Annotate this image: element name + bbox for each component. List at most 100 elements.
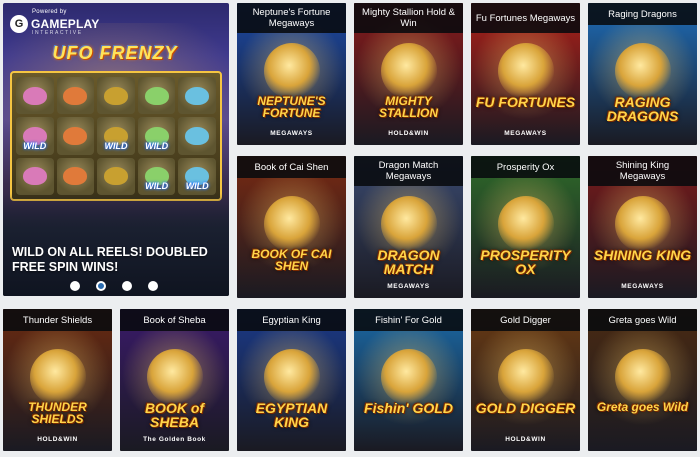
- game-tile-dragon-match-megaways[interactable]: DRAGON MATCH MEGAWAYS Dragon Match Megaway…: [354, 156, 463, 298]
- game-logo: GOLD DIGGER: [475, 400, 576, 416]
- alien-symbol-icon: [63, 86, 88, 105]
- alien-symbol-icon: [22, 167, 47, 186]
- game-tile-fishin-for-gold[interactable]: Fishin' GOLD Fishin' For Gold: [354, 309, 463, 451]
- reel-symbol: WILD: [16, 117, 54, 155]
- reel-symbol: [178, 117, 216, 155]
- reel-symbol: [16, 77, 54, 115]
- game-title: Fu Fortunes Megaways: [471, 3, 580, 33]
- game-tile-thunder-shields[interactable]: THUNDER SHIELDS HOLD&WIN Thunder Shields: [3, 309, 112, 451]
- alien-symbol-icon: [185, 86, 210, 105]
- game-tile-raging-dragons[interactable]: RAGING DRAGONS Raging Dragons: [588, 3, 697, 145]
- powered-by-label: Powered by: [32, 9, 67, 15]
- alien-symbol-icon: [103, 86, 128, 105]
- gameplay-interactive-logo: Powered by G GAMEPLAY INTERACTIVE: [10, 9, 110, 39]
- game-logo: BOOK OF CAI SHEN: [251, 247, 332, 273]
- reel-symbol: WILD: [137, 117, 176, 155]
- game-tile-mighty-stallion-hold-win[interactable]: MIGHTY STALLION HOLD&WIN Mighty Stallion H…: [354, 3, 463, 145]
- carousel-dot-1[interactable]: [70, 281, 80, 291]
- reel-symbol: [56, 157, 95, 195]
- game-tile-gold-digger[interactable]: GOLD DIGGER HOLD&WIN Gold Digger: [471, 309, 580, 451]
- gameplay-logo-icon: G: [10, 15, 28, 33]
- reel-symbol: WILD: [97, 117, 135, 155]
- game-logo-subtitle: MEGAWAYS: [270, 130, 313, 137]
- game-title: Raging Dragons: [588, 3, 697, 25]
- wild-label: WILD: [185, 181, 209, 191]
- game-character-icon: [614, 43, 671, 99]
- game-tile-book-of-cai-shen[interactable]: BOOK OF CAI SHEN Book of Cai Shen: [237, 156, 346, 298]
- game-tile-prosperity-ox[interactable]: PROSPERITY OX Prosperity Ox: [471, 156, 580, 298]
- game-title: Mighty Stallion Hold & Win: [354, 3, 463, 33]
- game-tile-neptune-s-fortune-megaways[interactable]: NEPTUNE'S FORTUNE MEGAWAYS Neptune's Fortu…: [237, 3, 346, 145]
- game-logo-subtitle: HOLD&WIN: [37, 436, 78, 443]
- game-character-icon: [497, 196, 554, 252]
- wild-label: WILD: [104, 140, 128, 151]
- game-logo: NEPTUNE'S FORTUNE: [257, 94, 326, 120]
- reel-symbol: [97, 77, 135, 115]
- game-character-icon: [263, 349, 320, 405]
- carousel-dot-2[interactable]: [96, 281, 106, 291]
- game-tile-egyptian-king[interactable]: EGYPTIAN KING Egyptian King: [237, 309, 346, 451]
- game-character-icon: [146, 349, 203, 405]
- game-title: Book of Sheba: [120, 309, 229, 331]
- reel-symbol: [56, 77, 95, 115]
- reel-symbol: [16, 157, 54, 195]
- game-title: Gold Digger: [471, 309, 580, 331]
- alien-symbol-icon: [22, 86, 47, 105]
- game-title: Prosperity Ox: [471, 156, 580, 178]
- wild-label: WILD: [23, 140, 47, 151]
- alien-symbol-icon: [144, 86, 169, 105]
- reel-symbol: [97, 157, 135, 195]
- game-title: Egyptian King: [237, 309, 346, 331]
- featured-game-banner[interactable]: Powered by G GAMEPLAY INTERACTIVE UFO FR…: [3, 3, 229, 296]
- game-tile-shining-king-megaways[interactable]: SHINING KING MEGAWAYS Shining King Megaway…: [588, 156, 697, 298]
- game-logo-subtitle: MEGAWAYS: [387, 283, 430, 290]
- alien-symbol-icon: [63, 167, 88, 186]
- game-character-icon: [263, 196, 320, 252]
- carousel-dots: [70, 281, 158, 291]
- reel-symbol: WILD: [137, 157, 176, 195]
- game-character-icon: [380, 43, 437, 99]
- game-tile-greta-goes-wild[interactable]: Greta goes Wild Greta goes Wild: [588, 309, 697, 451]
- slot-reels: WILD WILD WILD WILD WILD: [10, 71, 222, 201]
- game-logo-subtitle: The Golden Book: [143, 436, 206, 443]
- carousel-dot-3[interactable]: [122, 281, 132, 291]
- game-character-icon: [380, 349, 437, 405]
- game-title: Neptune's Fortune Megaways: [237, 3, 346, 33]
- game-title: Dragon Match Megaways: [354, 156, 463, 186]
- game-logo-subtitle: MEGAWAYS: [504, 130, 547, 137]
- game-logo: DRAGON MATCH: [377, 247, 440, 277]
- game-logo: EGYPTIAN KING: [255, 400, 328, 430]
- game-character-icon: [497, 349, 554, 405]
- wild-label: WILD: [145, 140, 169, 151]
- reel-symbol: [137, 77, 176, 115]
- reel-symbol: [56, 117, 95, 155]
- game-logo: MIGHTY STALLION: [378, 94, 439, 120]
- game-character-icon: [29, 349, 86, 405]
- promo-text: WILD ON ALL REELS! DOUBLED FREE SPIN WIN…: [12, 245, 208, 274]
- game-logo-subtitle: HOLD&WIN: [505, 436, 546, 443]
- game-logo-subtitle: HOLD&WIN: [388, 130, 429, 137]
- wild-label: WILD: [145, 181, 169, 191]
- game-logo: THUNDER SHIELDS: [28, 400, 87, 426]
- reel-symbol: WILD: [178, 157, 216, 195]
- game-tile-book-of-sheba[interactable]: BOOK of SHEBA The Golden Book Book of Sheb…: [120, 309, 229, 451]
- alien-symbol-icon: [103, 167, 128, 186]
- reel-symbol: [178, 77, 216, 115]
- game-logo: SHINING KING: [593, 247, 692, 263]
- alien-symbol-icon: [185, 126, 210, 145]
- game-title: Thunder Shields: [3, 309, 112, 331]
- game-tile-fu-fortunes-megaways[interactable]: FU FORTUNES MEGAWAYS Fu Fortunes Megaways: [471, 3, 580, 145]
- game-character-icon: [380, 196, 437, 252]
- brand-name: GAMEPLAY: [31, 17, 100, 31]
- game-logo: Greta goes Wild: [596, 400, 689, 414]
- brand-subtitle: INTERACTIVE: [32, 30, 83, 36]
- alien-symbol-icon: [63, 126, 88, 145]
- game-character-icon: [614, 196, 671, 252]
- game-character-icon: [614, 349, 671, 405]
- game-character-icon: [263, 43, 320, 99]
- game-title: Greta goes Wild: [588, 309, 697, 331]
- carousel-dot-4[interactable]: [148, 281, 158, 291]
- game-title: Shining King Megaways: [588, 156, 697, 186]
- game-logo: Fishin' GOLD: [364, 400, 453, 416]
- game-logo: PROSPERITY OX: [480, 247, 571, 277]
